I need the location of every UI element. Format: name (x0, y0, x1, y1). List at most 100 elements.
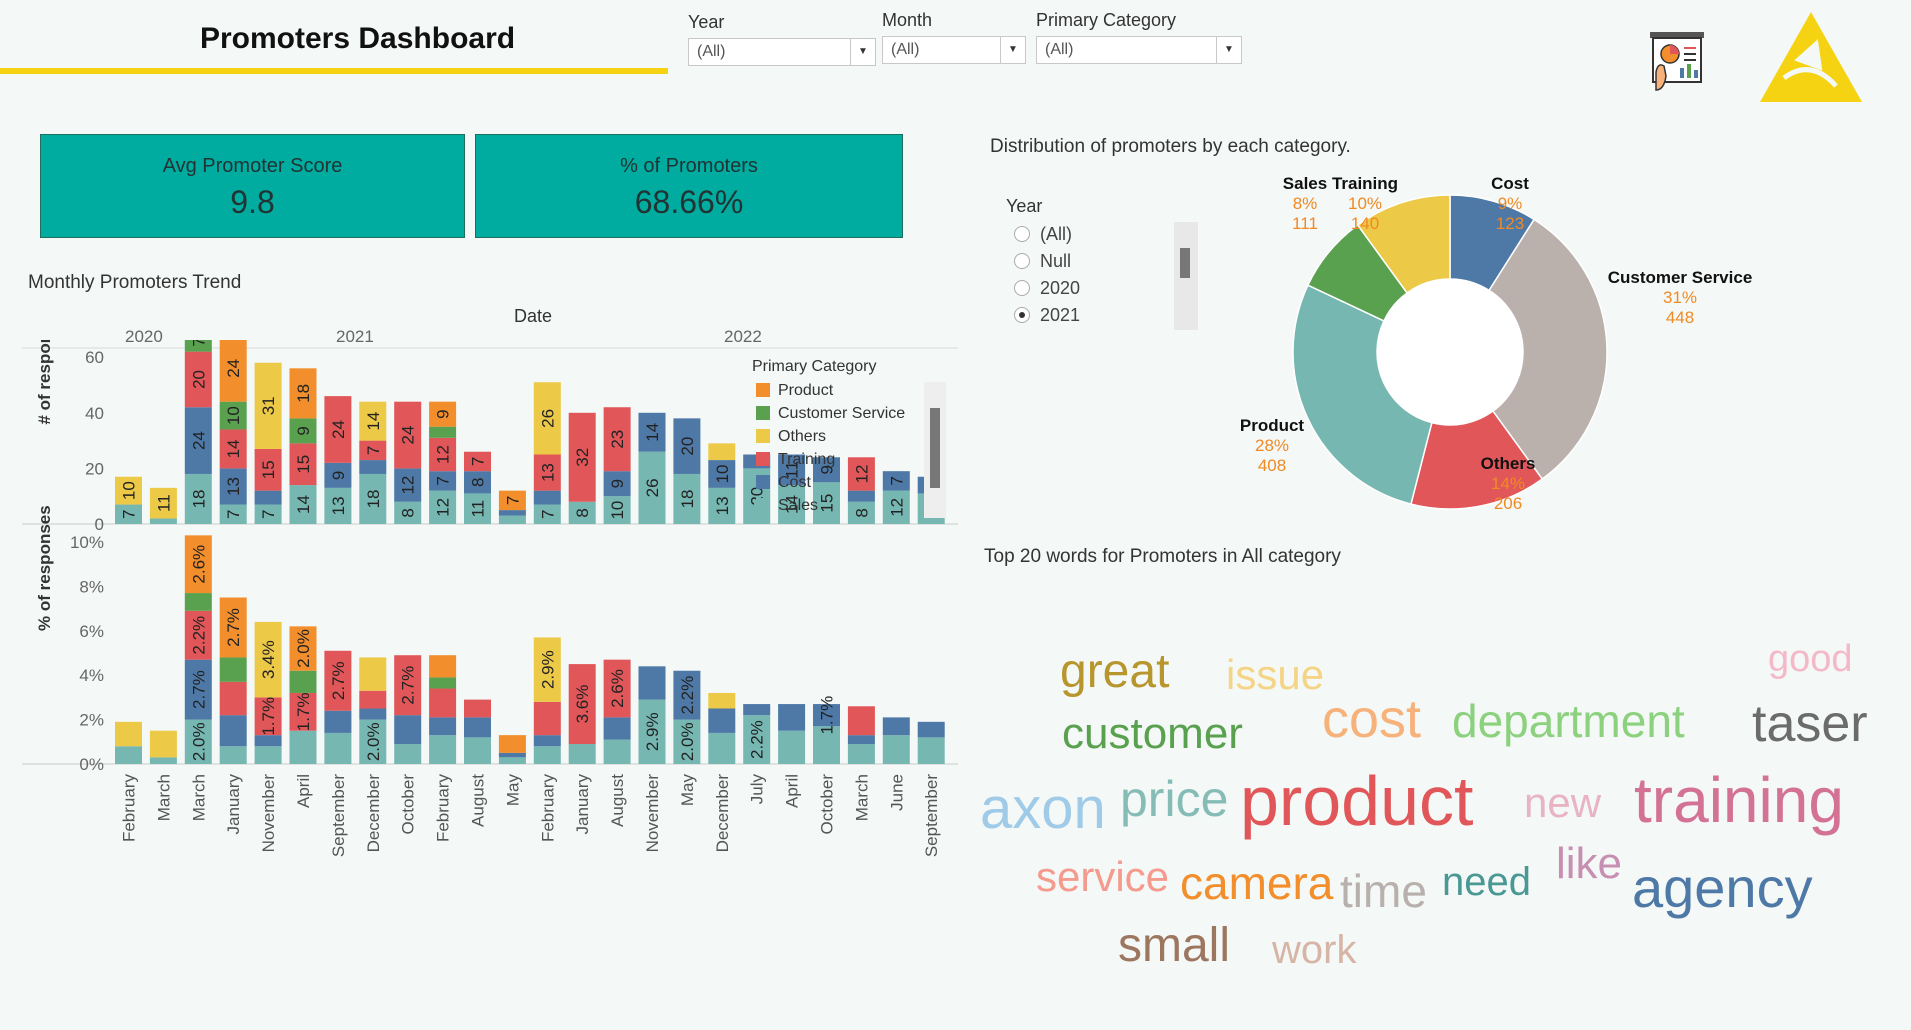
legend-item-customer-service[interactable]: Customer Service (756, 405, 905, 428)
bar-value-label: 8 (399, 508, 418, 517)
radio-circle[interactable] (1014, 280, 1030, 296)
bar-value-label: 18 (294, 384, 313, 403)
filter-year-dropdown[interactable]: (All) ▼ (688, 38, 876, 66)
wordcloud-word[interactable]: service (1036, 856, 1169, 898)
pie-label-training: Training 10% 140 (1331, 174, 1399, 233)
bar-value-label: 24 (329, 420, 348, 439)
pie-label-cost: Cost 9% 123 (1491, 174, 1529, 233)
wordcloud-word[interactable]: great (1060, 648, 1169, 696)
radio-circle[interactable] (1014, 307, 1030, 323)
x-tick-label: September (329, 774, 348, 857)
pie-label-customer-service: Customer Service 31% 448 (1607, 268, 1753, 327)
wordcloud-word[interactable]: price (1120, 774, 1228, 824)
wordcloud-word[interactable]: like (1556, 842, 1622, 886)
chevron-down-icon[interactable]: ▼ (1000, 37, 1025, 63)
wordcloud-word[interactable]: new (1524, 782, 1601, 824)
legend-item-cost[interactable]: Cost (756, 474, 905, 497)
wordcloud-word[interactable]: customer (1062, 712, 1243, 756)
bar-value-label: 11 (154, 494, 173, 512)
chevron-down-icon[interactable]: ▼ (1216, 37, 1241, 63)
legend-item-others[interactable]: Others (756, 428, 905, 451)
bar-pct-label: 1.7% (818, 696, 837, 735)
legend-item-training[interactable]: Training (756, 451, 905, 474)
bar-segment-cost (498, 752, 526, 758)
bar-segment-sales (324, 732, 352, 764)
date-header: Date (514, 306, 553, 326)
wordcloud-word[interactable]: good (1768, 640, 1853, 678)
year-radio--all-[interactable]: (All) (1014, 224, 1080, 251)
wordcloud-word[interactable]: department (1452, 698, 1685, 744)
wordcloud-word[interactable]: taser (1752, 698, 1868, 750)
kpi-percent-promoters: % of Promoters 68.66% (475, 134, 903, 238)
bar-value-label: 32 (573, 448, 592, 467)
bar-value-label: 14 (643, 423, 662, 442)
x-tick-label: May (503, 774, 522, 807)
legend-item-product[interactable]: Product (756, 382, 905, 405)
bar-value-label: 9 (329, 471, 348, 480)
bar-segment-others (708, 443, 736, 461)
wordcloud-word[interactable]: training (1634, 768, 1844, 832)
wordcloud-word[interactable]: need (1442, 862, 1531, 902)
y-tick-label: 8% (79, 577, 104, 596)
wordcloud-word[interactable]: work (1272, 930, 1356, 970)
wordcloud-word[interactable]: small (1118, 922, 1230, 970)
bar-segment-cost (324, 710, 352, 733)
wordcloud-word[interactable]: camera (1180, 860, 1333, 906)
bar-segment-sales (219, 746, 247, 764)
bar-segment-sales (464, 737, 491, 764)
bar-pct-label: 2.7% (329, 661, 348, 700)
wordcloud-word[interactable]: time (1340, 868, 1427, 914)
bar-segment-cost (359, 460, 387, 474)
radio-circle[interactable] (1014, 226, 1030, 242)
bar-value-label: 12 (434, 445, 453, 464)
year-radio-2021[interactable]: 2021 (1014, 305, 1080, 332)
bar-value-label: 8 (469, 478, 488, 487)
x-tick-label: October (818, 774, 837, 835)
bar-segment-customer-service (429, 677, 457, 689)
wordcloud-word[interactable]: product (1240, 766, 1473, 836)
filter-category-dropdown[interactable]: (All) ▼ (1036, 36, 1242, 64)
bar-value-label: 26 (643, 478, 662, 497)
y-axis-label: % of responses (35, 505, 54, 631)
bar-segment-others (359, 657, 387, 691)
year-filter-label: Year (1006, 196, 1043, 216)
bar-segment-others (115, 721, 142, 747)
wordcloud-word[interactable]: cost (1322, 692, 1421, 746)
filter-month-dropdown[interactable]: (All) ▼ (882, 36, 1026, 64)
kpi-label: Avg Promoter Score (162, 155, 343, 177)
bar-value-label: 18 (364, 490, 383, 509)
bar-value-label: 7 (120, 510, 139, 519)
wordcloud-word[interactable]: agency (1632, 860, 1813, 916)
x-tick-label: May (678, 774, 697, 807)
bar-segment-product (498, 735, 526, 753)
year-radio-group[interactable]: (All) Null 2020 2021 (1014, 224, 1080, 332)
bar-segment-sales (429, 735, 457, 764)
wordcloud-word[interactable]: issue (1226, 654, 1324, 696)
bar-segment-sales (917, 737, 945, 764)
bar-segment-cost (464, 717, 491, 738)
bar-value-label: 10 (120, 481, 139, 500)
scrollbar-thumb[interactable] (1180, 248, 1190, 278)
bar-segment-cost (429, 717, 457, 736)
bar-value-label: 7 (364, 446, 383, 455)
radio-circle[interactable] (1014, 253, 1030, 269)
bar-value-label: 15 (259, 460, 278, 479)
wordcloud-word[interactable]: axon (980, 780, 1106, 838)
bar-segment-sales (568, 744, 596, 764)
year-filter-scrollbar[interactable] (1174, 222, 1198, 330)
scrollbar-thumb[interactable] (930, 408, 940, 488)
bar-segment-sales (603, 739, 631, 764)
legend-swatch (756, 498, 770, 512)
bar-value-label: 26 (538, 409, 557, 428)
year-radio-null[interactable]: Null (1014, 251, 1080, 278)
radio-label: (All) (1040, 224, 1072, 244)
bar-value-label: 9 (434, 409, 453, 418)
year-radio-2020[interactable]: 2020 (1014, 278, 1080, 305)
bar-segment-cost (533, 490, 561, 505)
chevron-down-icon[interactable]: ▼ (850, 39, 875, 65)
bar-segment-cost (254, 735, 282, 747)
bar-value-label: 24 (224, 359, 243, 378)
legend-item-sales[interactable]: Sales (756, 497, 905, 520)
legend-scrollbar[interactable] (924, 382, 946, 518)
bar-pct-label: 2.7% (399, 666, 418, 705)
